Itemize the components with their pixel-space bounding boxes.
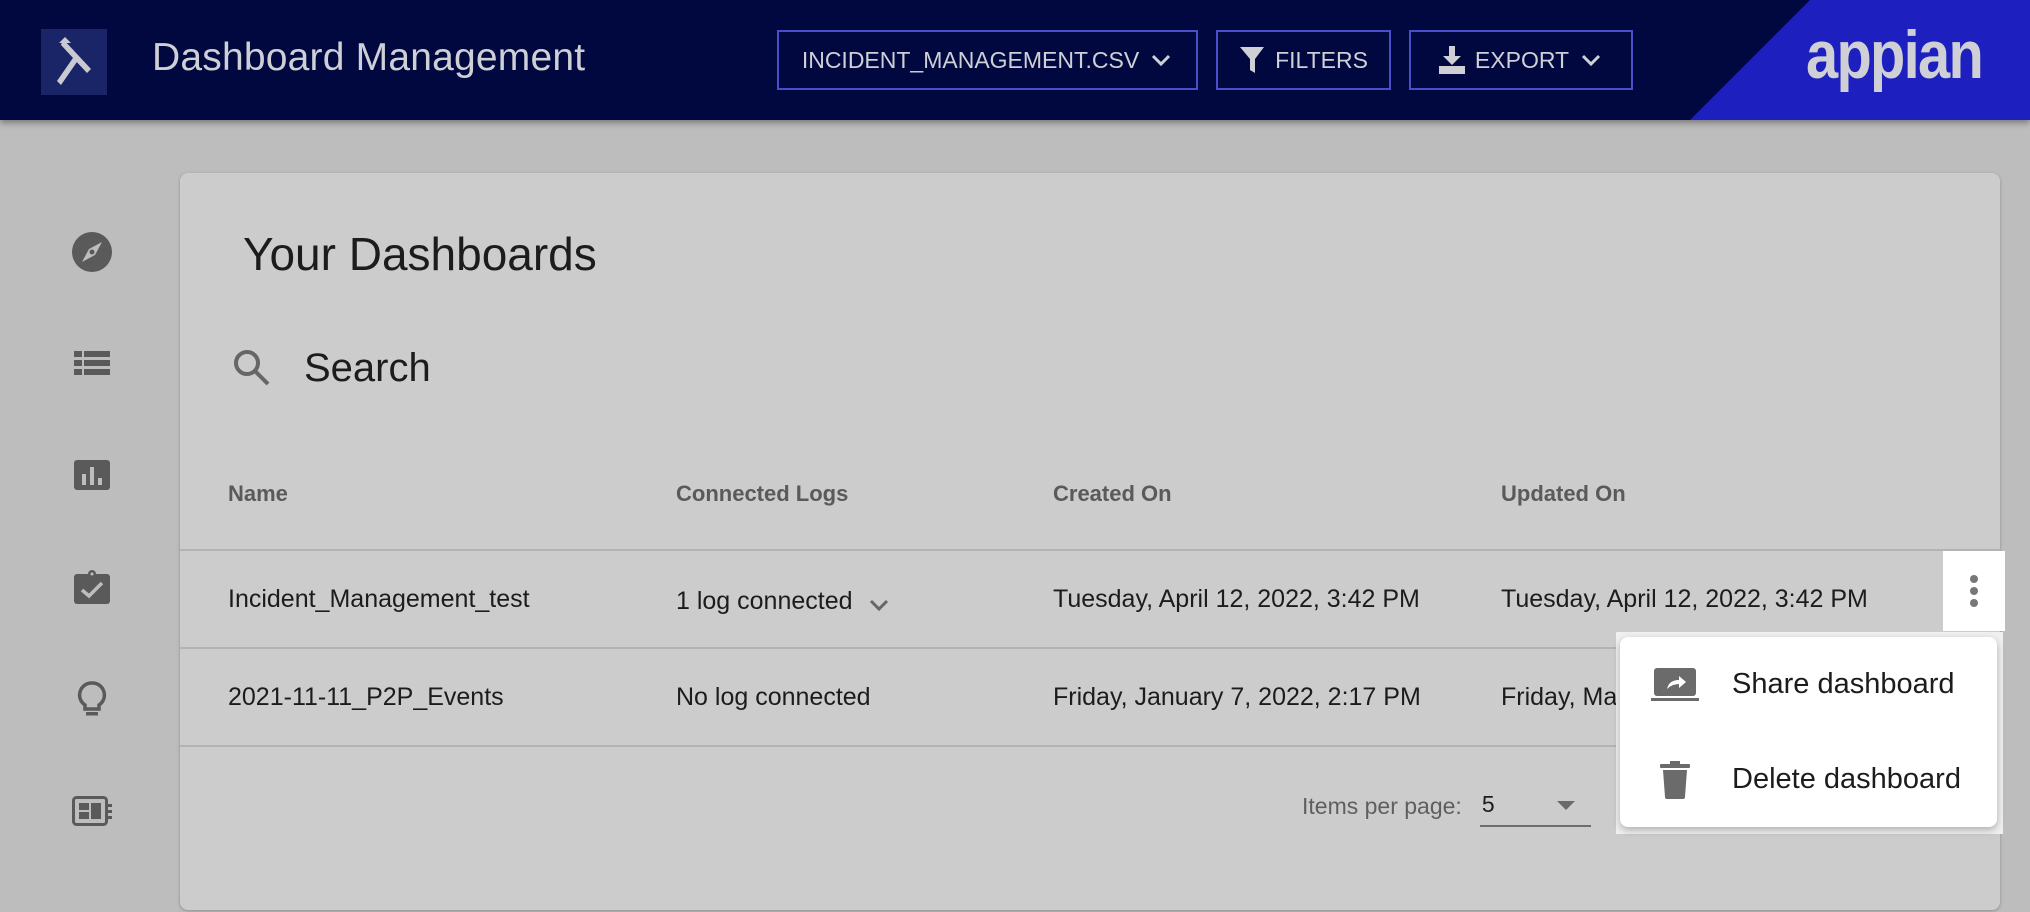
created-on: Tuesday, April 12, 2022, 3:42 PM (1053, 585, 1420, 613)
share-dashboard-menu-item[interactable]: Share dashboard (1620, 637, 1997, 732)
connected-logs-label: 1 log connected (676, 586, 853, 615)
app-header: Dashboard Management INCIDENT_MANAGEMENT… (0, 0, 2030, 120)
chevron-down-icon (869, 599, 888, 612)
chevron-down-icon (1582, 54, 1601, 67)
sidebar (0, 120, 180, 912)
filters-button[interactable]: FILTERS (1216, 30, 1391, 90)
filters-label: FILTERS (1275, 46, 1368, 73)
bar-chart-icon (74, 460, 110, 490)
items-per-page-value: 5 (1481, 791, 1495, 817)
delete-dashboard-label: Delete dashboard (1732, 763, 1961, 795)
list-icon (74, 351, 110, 375)
app-logo[interactable] (41, 29, 107, 95)
updated-on: Tuesday, April 12, 2022, 3:42 PM (1501, 585, 1868, 613)
file-select-button[interactable]: INCIDENT_MANAGEMENT.CSV (777, 30, 1198, 90)
row-actions-menu: Share dashboard Delete dashboard (1620, 637, 1997, 827)
column-header-updated-on[interactable]: Updated On (1501, 481, 1626, 507)
sidebar-item-charts[interactable] (70, 453, 114, 497)
items-per-page-select[interactable]: 5 (1479, 785, 1591, 827)
export-label: EXPORT (1474, 46, 1570, 73)
column-header-name[interactable]: Name (228, 481, 288, 507)
file-select-label: INCIDENT_MANAGEMENT.CSV (801, 46, 1140, 73)
share-screen-icon (1650, 660, 1700, 710)
items-per-page-label: Items per page: (1302, 792, 1462, 819)
delete-dashboard-menu-item[interactable]: Delete dashboard (1620, 732, 1997, 827)
clipboard-check-icon (74, 570, 110, 604)
dashboard-icon (72, 796, 112, 826)
sidebar-item-list[interactable] (70, 341, 114, 385)
filter-icon (1240, 47, 1265, 73)
appian-logo: appian (1806, 17, 1984, 93)
connected-logs-toggle[interactable]: 1 log connected (676, 585, 891, 617)
table-header: Name Connected Logs Created On Updated O… (180, 473, 2000, 551)
sidebar-item-tasks[interactable] (70, 565, 114, 609)
page-title: Your Dashboards (243, 228, 597, 280)
created-on: Friday, January 7, 2022, 2:17 PM (1053, 683, 1421, 711)
sidebar-item-dashboards[interactable] (70, 789, 114, 833)
sidebar-item-explore[interactable] (70, 230, 114, 274)
pagination: Items per page: 5 (1302, 785, 1591, 827)
chevron-down-icon (1152, 54, 1171, 67)
pickaxe-icon (57, 37, 91, 85)
dashboard-name[interactable]: 2021-11-11_P2P_Events (228, 683, 504, 712)
sidebar-item-insights[interactable] (70, 677, 114, 721)
lightbulb-icon (77, 681, 107, 716)
search-input[interactable] (304, 345, 864, 391)
download-icon (1438, 46, 1465, 74)
updated-on: Friday, Ma (1501, 683, 1618, 711)
column-header-connected-logs[interactable]: Connected Logs (676, 481, 848, 507)
search-bar (230, 338, 930, 398)
more-vertical-icon (1970, 575, 1978, 607)
column-header-created-on[interactable]: Created On (1053, 481, 1172, 507)
export-button[interactable]: EXPORT (1409, 30, 1633, 90)
dashboard-name[interactable]: Incident_Management_test (228, 585, 530, 614)
trash-icon (1650, 755, 1700, 805)
connected-logs-label: No log connected (676, 683, 871, 711)
app-title: Dashboard Management (152, 36, 586, 79)
share-dashboard-label: Share dashboard (1732, 668, 1955, 700)
search-icon (230, 346, 274, 390)
row-actions-button[interactable] (1943, 551, 2005, 631)
dropdown-arrow-icon (1556, 801, 1575, 810)
compass-icon (72, 232, 112, 272)
